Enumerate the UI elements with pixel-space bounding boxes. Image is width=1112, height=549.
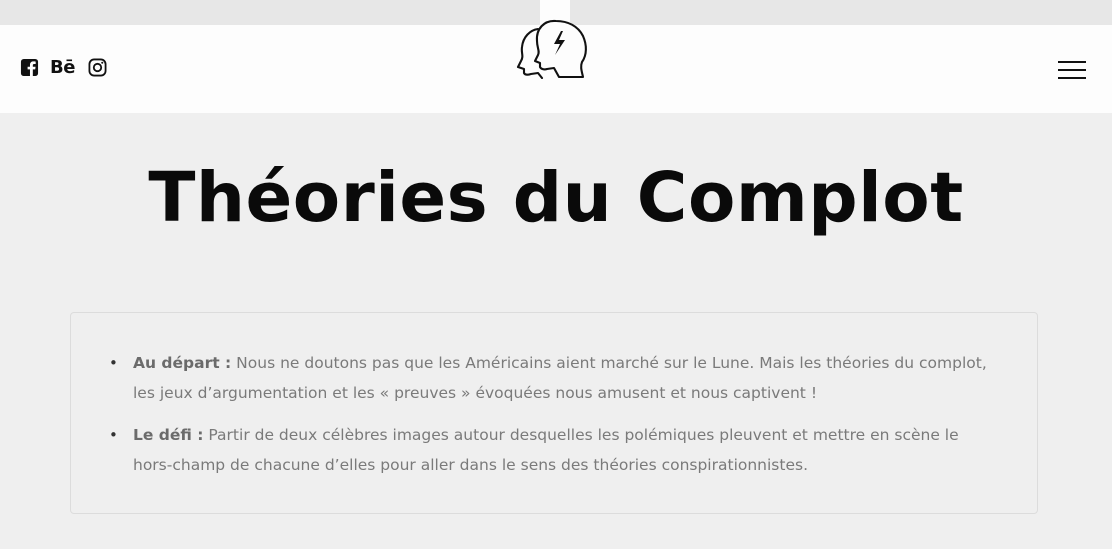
bullet: • xyxy=(109,426,118,444)
info-list: • Au départ : Nous ne doutons pas que le… xyxy=(109,348,989,492)
menu-bar xyxy=(1058,69,1086,71)
menu-bar xyxy=(1058,77,1086,79)
item-text: Partir de deux célèbres images autour de… xyxy=(133,426,959,474)
item-text: Nous ne doutons pas que les Américains a… xyxy=(133,354,987,402)
bullet: • xyxy=(109,354,118,372)
two-heads-logo-icon[interactable] xyxy=(516,17,590,79)
menu-bar xyxy=(1058,61,1086,63)
social-links: Bē xyxy=(18,58,107,77)
site-header: Bē xyxy=(0,19,1112,113)
item-label: Au départ : xyxy=(133,354,232,372)
list-item-depart: • Au départ : Nous ne doutons pas que le… xyxy=(109,348,989,408)
list-item-defi: • Le défi : Partir de deux célèbres imag… xyxy=(109,420,989,480)
facebook-icon[interactable] xyxy=(20,58,39,77)
info-card: • Au départ : Nous ne doutons pas que le… xyxy=(70,312,1038,514)
behance-icon[interactable]: Bē xyxy=(50,58,75,77)
instagram-icon[interactable] xyxy=(88,58,107,77)
page-title: Théories du Complot xyxy=(148,158,964,238)
item-label: Le défi : xyxy=(133,426,204,444)
menu-button[interactable] xyxy=(1058,61,1086,79)
